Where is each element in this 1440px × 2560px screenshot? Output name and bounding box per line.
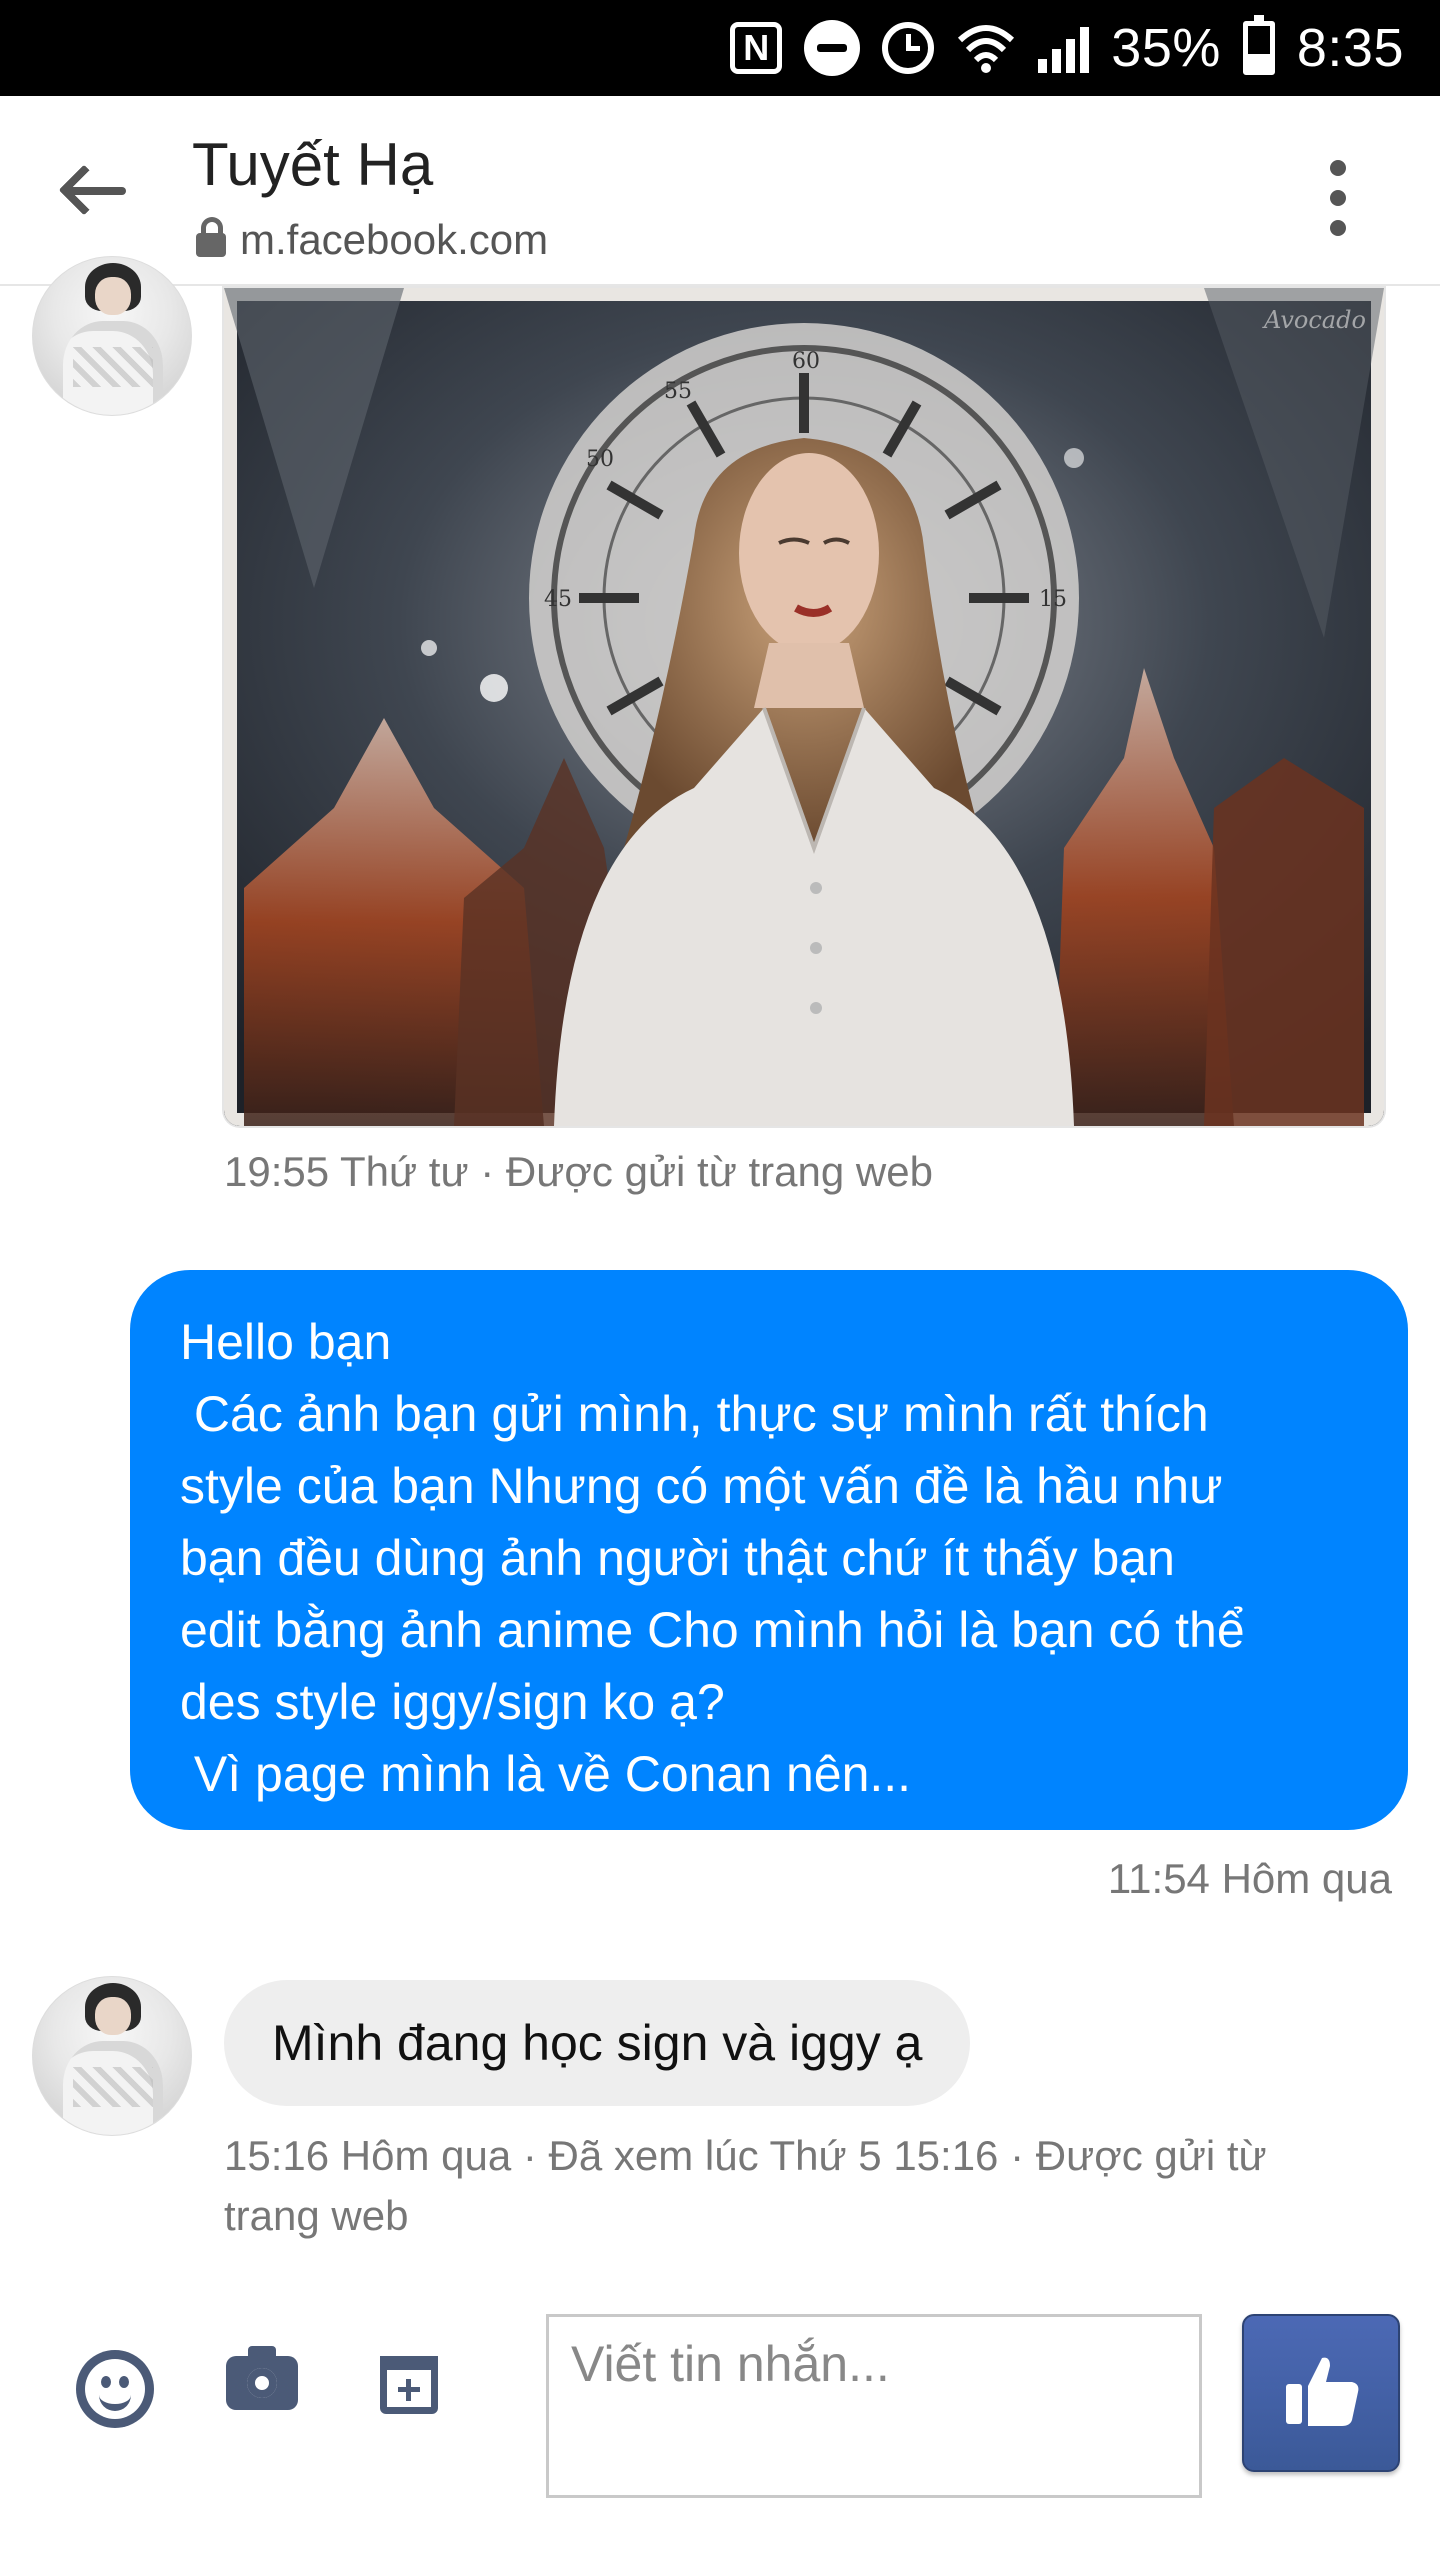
nfc-icon: N xyxy=(730,22,783,74)
svg-text:60: 60 xyxy=(792,349,820,374)
contact-name: Tuyết Hạ xyxy=(192,131,434,198)
emoji-icon[interactable] xyxy=(76,2350,154,2428)
do-not-disturb-icon xyxy=(804,20,861,76)
camera-icon[interactable] xyxy=(226,2346,298,2410)
avatar[interactable] xyxy=(32,1976,192,2136)
sent-message-bubble[interactable]: Hello bạn Các ảnh bạn gửi mình, thực sự … xyxy=(130,1270,1408,1830)
alarm-icon xyxy=(882,22,935,74)
message-meta: 11:54 Hôm qua xyxy=(1107,1855,1392,1902)
avatar[interactable] xyxy=(32,256,192,416)
lock-icon xyxy=(196,217,226,257)
add-attachment-icon[interactable] xyxy=(380,2356,438,2414)
received-message-bubble[interactable]: Mình đang học sign và iggy ạ xyxy=(224,1980,971,2106)
svg-text:55: 55 xyxy=(664,379,692,404)
image-message[interactable]: 60 55 50 45 15 Avocado xyxy=(224,288,1384,1126)
like-button[interactable] xyxy=(1242,2314,1400,2472)
url-text: m.facebook.com xyxy=(240,216,549,263)
message-meta-continued: trang web xyxy=(224,2192,409,2239)
clock-time: 8:35 xyxy=(1296,18,1404,78)
back-arrow-icon[interactable] xyxy=(56,156,136,226)
svg-text:50: 50 xyxy=(586,447,614,472)
like-thumb-icon xyxy=(1286,2357,1359,2426)
battery-icon xyxy=(1242,15,1275,75)
status-bar: N 35% 8:35 xyxy=(0,0,1440,96)
message-input[interactable] xyxy=(546,2314,1202,2498)
chat-header: Tuyết Hạ m.facebook.com xyxy=(0,96,1440,286)
svg-text:45: 45 xyxy=(544,587,572,612)
message-meta: 15:16 Hôm qua · Đã xem lúc Thứ 5 15:16 ·… xyxy=(224,2132,1267,2179)
battery-percent: 35% xyxy=(1111,18,1221,78)
svg-text:15: 15 xyxy=(1039,587,1067,612)
watermark-text: Avocado xyxy=(1262,306,1366,334)
wifi-icon xyxy=(956,22,1016,74)
signal-icon xyxy=(1038,23,1090,73)
message-meta: 19:55 Thứ tư · Được gửi từ trang web xyxy=(224,1148,933,1195)
page-url: m.facebook.com xyxy=(196,216,548,264)
more-vertical-icon[interactable] xyxy=(1320,160,1356,236)
